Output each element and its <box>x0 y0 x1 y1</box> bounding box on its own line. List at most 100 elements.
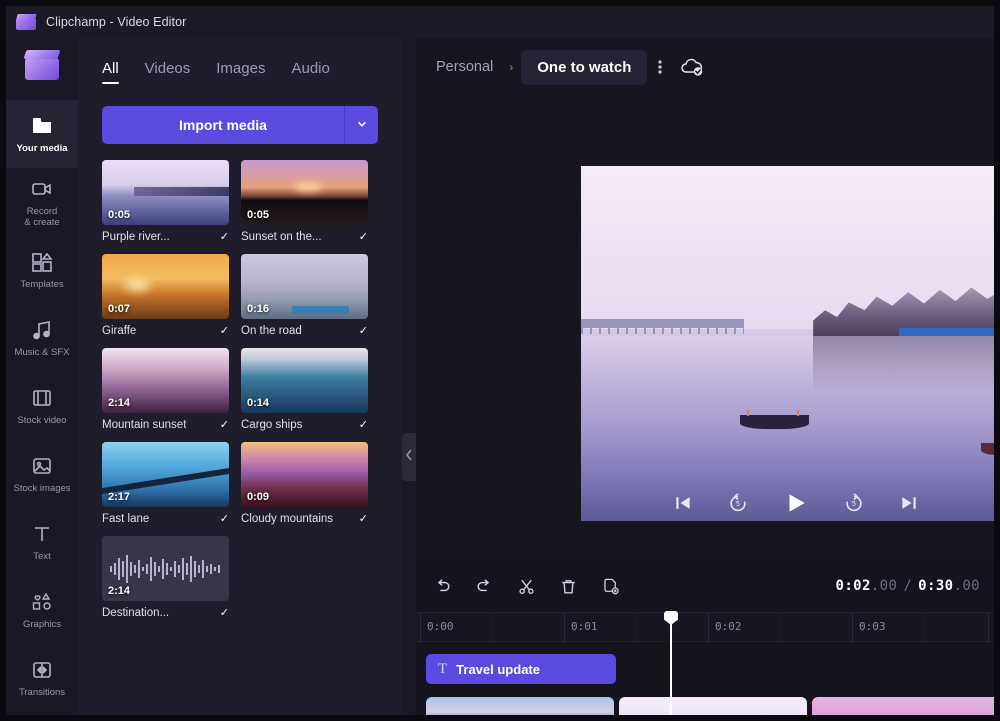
video-preview[interactable] <box>581 166 994 521</box>
sidebar-item-music-sfx[interactable]: Music & SFX <box>6 304 78 372</box>
sidebar-item-templates[interactable]: Templates <box>6 236 78 304</box>
more-vertical-icon[interactable] <box>649 55 671 79</box>
collapse-panel-handle[interactable] <box>402 433 416 481</box>
folder-icon <box>30 114 54 138</box>
delete-button[interactable] <box>550 569 586 603</box>
chevron-down-icon <box>355 117 369 134</box>
media-panel: All Videos Images Audio Import media 0:0… <box>78 38 402 715</box>
media-thumbnail: 2:17 <box>102 442 229 507</box>
media-thumbnail: 0:07 <box>102 254 229 319</box>
ruler-tick: 0:00 <box>427 620 454 633</box>
clipchamp-logo-icon[interactable] <box>6 38 78 100</box>
media-thumbnail: 2:14 <box>102 348 229 413</box>
split-button[interactable] <box>508 569 544 603</box>
skip-to-end-icon[interactable] <box>899 493 919 513</box>
timeline-ruler[interactable]: 0:00 0:01 0:02 0:03 0:04 <box>416 612 994 643</box>
clapperboard-icon <box>16 14 37 30</box>
redo-button[interactable] <box>466 569 502 603</box>
media-item[interactable]: 0:07 Giraffe ✓ <box>102 254 229 337</box>
import-media-group: Import media <box>78 84 402 144</box>
media-name: Mountain sunset <box>102 418 187 431</box>
media-item-audio[interactable]: 2:14 Destination... ✓ <box>102 536 229 619</box>
text-clip[interactable]: T Travel update <box>426 654 616 684</box>
templates-icon <box>30 250 54 274</box>
audio-waveform-thumbnail: 2:14 <box>102 536 229 601</box>
left-sidebar: Your media Record & create Templates Mus… <box>6 38 78 715</box>
playback-controls: 5 5 <box>581 483 994 523</box>
sidebar-item-stock-images[interactable]: Stock images <box>6 440 78 508</box>
timeline-toolbar: 0:02.00/0:30.00 <box>416 560 994 612</box>
duplicate-button[interactable] <box>592 569 628 603</box>
media-thumbnail: 0:14 <box>241 348 368 413</box>
ruler-tick: 0:02 <box>715 620 742 633</box>
skip-to-start-icon[interactable] <box>673 493 693 513</box>
video-clip[interactable] <box>812 697 994 715</box>
tab-images[interactable]: Images <box>216 60 265 84</box>
ruler-tick: 0:03 <box>859 620 886 633</box>
video-clip[interactable] <box>426 697 614 715</box>
media-item[interactable]: 0:14 Cargo ships ✓ <box>241 348 368 431</box>
sidebar-item-record-create[interactable]: Record & create <box>6 168 78 236</box>
sidebar-label: Templates <box>20 279 64 290</box>
svg-text:5: 5 <box>852 499 857 508</box>
undo-button[interactable] <box>424 569 460 603</box>
sidebar-item-text[interactable]: Text <box>6 508 78 576</box>
check-icon: ✓ <box>219 419 229 431</box>
media-name: Destination... <box>102 606 170 619</box>
play-icon[interactable] <box>783 490 809 516</box>
media-duration: 2:17 <box>108 491 131 503</box>
media-grid: 0:05 Purple river... ✓ 0:05 Sunset on th… <box>78 144 402 619</box>
rewind-5s-icon[interactable]: 5 <box>727 492 749 514</box>
sidebar-item-transitions[interactable]: Transitions <box>6 644 78 712</box>
playhead[interactable] <box>664 611 678 715</box>
sidebar-item-graphics[interactable]: Graphics <box>6 576 78 644</box>
transitions-icon <box>30 658 54 682</box>
media-item[interactable]: 0:05 Purple river... ✓ <box>102 160 229 243</box>
cloud-check-icon[interactable] <box>673 53 711 81</box>
check-icon: ✓ <box>358 513 368 525</box>
project-name[interactable]: One to watch <box>521 49 648 85</box>
text-t-icon <box>30 522 54 546</box>
music-note-icon <box>30 318 54 342</box>
tab-videos[interactable]: Videos <box>145 60 191 84</box>
video-clip[interactable] <box>619 697 807 715</box>
media-thumbnail: 0:16 <box>241 254 368 319</box>
current-time: 0:02 <box>835 578 871 594</box>
sidebar-item-stock-video[interactable]: Stock video <box>6 372 78 440</box>
sidebar-label: Record & create <box>24 205 60 228</box>
chevron-left-icon <box>405 448 413 466</box>
media-duration: 0:16 <box>247 303 270 315</box>
waveform-icon <box>110 554 220 583</box>
media-duration: 2:14 <box>108 585 131 597</box>
media-name: On the road <box>241 324 302 337</box>
sidebar-item-your-media[interactable]: Your media <box>6 100 78 168</box>
ruler-tick: 0:01 <box>571 620 598 633</box>
preview-bridge <box>581 318 745 335</box>
preview-boat <box>740 409 809 429</box>
sidebar-label: Music & SFX <box>14 347 70 358</box>
media-duration: 2:14 <box>108 397 131 409</box>
film-strip-icon <box>30 386 54 410</box>
tab-all[interactable]: All <box>102 60 119 84</box>
breadcrumb: Personal › One to watch <box>416 38 994 96</box>
total-time: 0:30 <box>918 578 954 594</box>
import-media-button[interactable]: Import media <box>102 106 344 144</box>
media-item[interactable]: 2:14 Mountain sunset ✓ <box>102 348 229 431</box>
svg-text:5: 5 <box>736 499 741 508</box>
breadcrumb-personal[interactable]: Personal <box>428 53 501 81</box>
forward-5s-icon[interactable]: 5 <box>843 492 865 514</box>
time-display: 0:02.00/0:30.00 <box>836 578 981 594</box>
media-item[interactable]: 2:17 Fast lane ✓ <box>102 442 229 525</box>
timeline-tracks: T Travel update <box>416 642 994 715</box>
import-media-dropdown-button[interactable] <box>344 106 378 144</box>
media-name: Sunset on the... <box>241 230 322 243</box>
media-item[interactable]: 0:16 On the road ✓ <box>241 254 368 337</box>
media-name: Fast lane <box>102 512 150 525</box>
preview-reflection <box>813 336 994 394</box>
media-item[interactable]: 0:09 Cloudy mountains ✓ <box>241 442 368 525</box>
time-separator: / <box>903 578 913 594</box>
media-thumbnail: 0:05 <box>241 160 368 225</box>
tab-audio[interactable]: Audio <box>291 60 329 84</box>
media-name: Cloudy mountains <box>241 512 334 525</box>
media-item[interactable]: 0:05 Sunset on the... ✓ <box>241 160 368 243</box>
